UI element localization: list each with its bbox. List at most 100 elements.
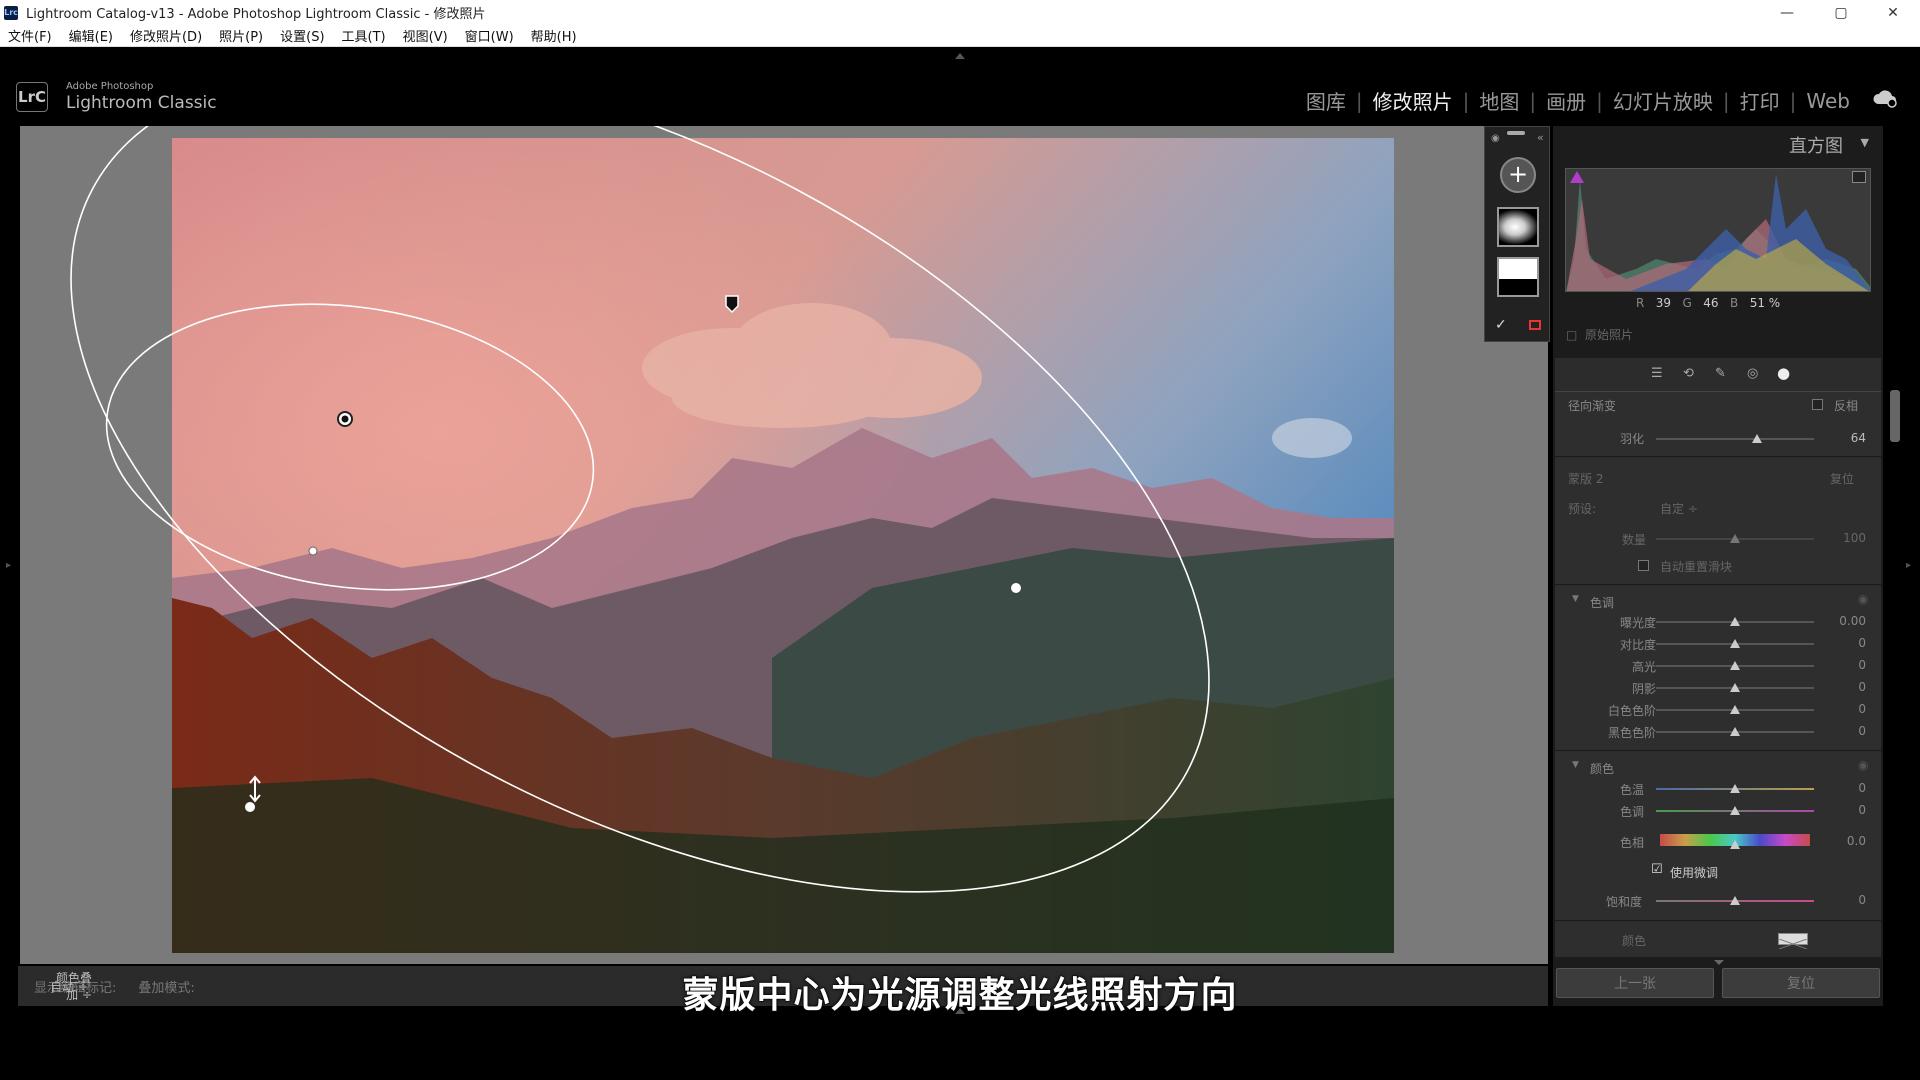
invert-label: 反相 xyxy=(1834,399,1859,413)
eye-icon[interactable]: ◉ xyxy=(1491,133,1500,144)
lightroom-window: Lrc Lightroom Catalog-v13 - Adobe Photos… xyxy=(0,0,1920,1080)
tone-value[interactable]: 0 xyxy=(1826,636,1866,650)
module-print[interactable]: 打印 xyxy=(1740,86,1780,115)
tone-value[interactable]: 0 xyxy=(1826,658,1866,672)
temp-knob[interactable] xyxy=(1730,784,1740,793)
tone-knob[interactable] xyxy=(1730,661,1740,670)
saturation-label: 饱和度 xyxy=(1606,895,1643,909)
tone-disclosure-icon[interactable]: ▼ xyxy=(1572,594,1579,604)
tone-value[interactable]: 0 xyxy=(1826,724,1866,738)
hue-knob[interactable] xyxy=(1730,840,1740,849)
masking-tool-icon[interactable]: ● xyxy=(1777,364,1790,382)
tone-label: 曝光度 xyxy=(1619,616,1656,630)
saturation-value[interactable]: 0 xyxy=(1826,893,1866,907)
tone-knob[interactable] xyxy=(1730,705,1740,714)
amount-value[interactable]: 100 xyxy=(1826,531,1866,545)
crop-tool-icon[interactable]: ⟲ xyxy=(1683,366,1694,381)
tone-label: 高光 xyxy=(1631,660,1656,674)
mask-thumb-landscape[interactable] xyxy=(1497,257,1539,297)
edit-tool-icon[interactable]: ☰ xyxy=(1651,366,1663,381)
mask-panel: ◉ « + ✓ xyxy=(1484,126,1550,342)
divider xyxy=(1555,920,1881,921)
mask-thumb-radial[interactable] xyxy=(1497,207,1539,247)
mask-overlay-toggle-icon[interactable] xyxy=(1529,320,1541,330)
feather-value[interactable]: 64 xyxy=(1826,431,1866,445)
feather-slider[interactable] xyxy=(1656,438,1814,440)
color-disclosure-icon[interactable]: ▼ xyxy=(1572,760,1579,770)
tone-value[interactable]: 0.00 xyxy=(1826,614,1866,628)
redeye-tool-icon[interactable]: ◎ xyxy=(1747,366,1758,381)
maximize-button[interactable]: ▢ xyxy=(1814,0,1868,25)
finetune-checkbox[interactable]: ☑ xyxy=(1651,862,1663,877)
left-panel-toggle-icon[interactable]: ▸ xyxy=(6,560,11,571)
tone-knob[interactable] xyxy=(1730,617,1740,626)
feather-handle-icon xyxy=(308,546,318,556)
tone-value[interactable]: 0 xyxy=(1826,680,1866,694)
overlay-mode-select[interactable]: 颜色叠加 ÷ xyxy=(52,969,92,1003)
heal-tool-icon[interactable]: ✎ xyxy=(1715,366,1726,381)
color-swatch[interactable] xyxy=(1778,933,1808,950)
tint-knob[interactable] xyxy=(1730,806,1740,815)
histogram-title: 直方图 xyxy=(1789,136,1843,157)
right-panel-toggle-icon[interactable]: ▸ xyxy=(1906,560,1911,571)
tone-label: 阴影 xyxy=(1631,682,1656,696)
color-label: 颜色 xyxy=(1622,934,1647,948)
cloud-sync-icon[interactable] xyxy=(1872,86,1898,110)
temp-value[interactable]: 0 xyxy=(1826,781,1866,795)
tone-section-title: 色调 xyxy=(1590,596,1615,610)
divider xyxy=(1555,348,1881,349)
ellipse-handle-bottom-icon xyxy=(245,802,255,812)
tone-value[interactable]: 0 xyxy=(1826,702,1866,716)
panel-grip-icon[interactable] xyxy=(1507,131,1525,135)
color-toggle-icon[interactable]: ◉ xyxy=(1858,758,1868,772)
amount-knob[interactable] xyxy=(1730,534,1740,543)
feather-knob[interactable] xyxy=(1752,434,1763,443)
divider xyxy=(1555,456,1881,457)
auto-reset-checkbox[interactable] xyxy=(1638,560,1649,571)
mask-second-ellipse xyxy=(70,126,1210,893)
collapse-icon[interactable]: « xyxy=(1537,131,1544,144)
close-button[interactable]: ✕ xyxy=(1866,0,1920,25)
rgb-readout: R 39 G 46 B 51 % xyxy=(1636,296,1781,310)
divider xyxy=(1555,584,1881,585)
invert-checkbox[interactable] xyxy=(1812,399,1823,410)
reset-button[interactable]: 复位 xyxy=(1722,968,1880,998)
histogram-chart[interactable] xyxy=(1565,168,1871,292)
hue-value[interactable]: 0.0 xyxy=(1826,834,1866,848)
tone-toggle-icon[interactable]: ◉ xyxy=(1858,592,1868,606)
second-mask-pin-icon xyxy=(725,295,739,314)
auto-reset-label: 自动重置滑块 xyxy=(1660,560,1733,574)
tint-value[interactable]: 0 xyxy=(1826,803,1866,817)
saturation-knob[interactable] xyxy=(1730,896,1740,905)
panel-collapse-icon[interactable]: ▼ xyxy=(1861,136,1869,149)
ellipse-handle-icon xyxy=(1011,583,1021,593)
mask-reset-button[interactable]: 复位 xyxy=(1830,470,1854,487)
color-section-title: 颜色 xyxy=(1590,762,1615,776)
preset-label: 预设: xyxy=(1568,502,1597,516)
module-web[interactable]: Web xyxy=(1806,89,1850,113)
rotate-cursor-icon xyxy=(249,775,261,803)
tone-label: 对比度 xyxy=(1619,638,1656,652)
original-photo-toggle[interactable]: □ 原始照片 xyxy=(1566,326,1633,343)
add-mask-button[interactable]: + xyxy=(1500,157,1536,193)
tool-strip: ☰ ⟲ ✎ ◎ ● xyxy=(1555,358,1881,392)
module-slideshow[interactable]: 幻灯片放映 xyxy=(1613,86,1713,115)
previous-button[interactable]: 上一张 xyxy=(1556,968,1714,998)
highlight-clipping-icon[interactable] xyxy=(1852,171,1866,183)
module-book[interactable]: 画册 xyxy=(1546,86,1586,115)
tone-knob[interactable] xyxy=(1730,639,1740,648)
panel-scrollbar[interactable] xyxy=(1890,390,1900,442)
minimize-button[interactable]: — xyxy=(1760,0,1814,25)
tone-knob[interactable] xyxy=(1730,727,1740,736)
checkmark-icon[interactable]: ✓ xyxy=(1495,317,1507,333)
tone-knob[interactable] xyxy=(1730,683,1740,692)
temp-label: 色温 xyxy=(1620,783,1645,797)
histogram-header[interactable]: 直方图 ▼ xyxy=(1553,126,1883,160)
preset-select[interactable]: 自定 ÷ xyxy=(1660,500,1698,517)
radial-mask-overlay[interactable] xyxy=(0,0,1545,1000)
amount-label: 数量 xyxy=(1622,533,1647,547)
mask-type-label: 径向渐变 xyxy=(1568,399,1617,413)
tone-label: 黑色色阶 xyxy=(1607,726,1656,740)
shadow-clipping-icon[interactable] xyxy=(1570,171,1584,183)
bottom-panel-toggle-icon[interactable] xyxy=(955,1008,965,1014)
